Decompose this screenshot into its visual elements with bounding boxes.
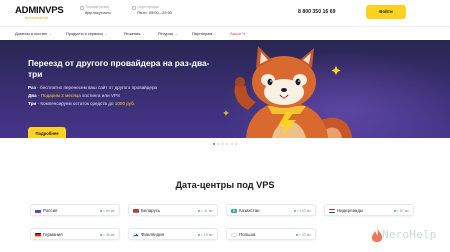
carousel-dot[interactable] xyxy=(235,143,238,145)
poland-flag-icon xyxy=(231,232,237,237)
datacenter-card-netherlands[interactable]: Нидерланды ≈ 87 мс xyxy=(324,204,414,216)
datacenter-card-finland[interactable]: Финляндия ≈ 19 мс xyxy=(128,228,218,240)
belarus-flag-icon xyxy=(133,208,139,213)
chevron-down-icon: ⌄ xyxy=(213,31,217,36)
kazakhstan-flag-icon xyxy=(231,208,237,213)
datacenters-title: Дата-центры под VPS xyxy=(175,180,275,190)
location-icon xyxy=(80,6,84,10)
hero-line-3: Три - Компенсируем остаток средств до 10… xyxy=(28,101,136,106)
carousel-dot[interactable] xyxy=(230,143,233,145)
carousel-dot[interactable] xyxy=(226,143,229,145)
chevron-down-icon: ⌄ xyxy=(104,31,108,36)
status-dot-icon xyxy=(293,209,296,212)
logo-wordmark: ADMINVPS xyxy=(15,5,64,16)
hero-title: Переезд от другого провайдера на раз-два… xyxy=(28,58,210,79)
datacenter-name: Беларусь xyxy=(141,208,161,214)
germany-flag-icon xyxy=(35,232,41,237)
watermark-text: NeroHelp xyxy=(382,228,437,241)
nerohelp-watermark: NeroHelp xyxy=(370,226,450,248)
carousel-dot[interactable] xyxy=(217,143,220,145)
nav-item-solutions[interactable]: Решения ⌄ xyxy=(124,31,145,36)
nav-item-domains-hosting[interactable]: Домены и хостинг ⌄ xyxy=(15,31,52,36)
datacenter-ping: ≈ 33 мс xyxy=(295,233,311,237)
status-dot-icon xyxy=(295,233,298,236)
logo[interactable]: ADMINVPS все получится! xyxy=(15,6,64,20)
nav-item-products[interactable]: Продукты и сервисы ⌄ xyxy=(66,31,108,36)
region-value: Круглосуточно xyxy=(85,10,111,15)
datacenter-ping: ≈ 103 мс xyxy=(293,209,311,213)
hero-line-1: Раз - бесплатно перенесем ваш сайт от др… xyxy=(28,85,158,90)
status-dot-icon xyxy=(197,209,200,212)
datacenter-card-germany[interactable]: Германия ≈ 36 мс xyxy=(30,228,120,240)
datacenter-ping: ≈ 87 мс xyxy=(393,209,409,213)
carousel-dot[interactable] xyxy=(212,143,215,145)
carousel-dot[interactable] xyxy=(221,143,224,145)
datacenter-name: Финляндия xyxy=(141,232,164,238)
russia-flag-icon xyxy=(35,208,41,213)
datacenter-ping: ≈ 50 мс xyxy=(99,209,115,213)
main-nav: Домены и хостинг ⌄ Продукты и сервисы ⌄ Ре… xyxy=(0,26,450,40)
top-bar: ADMINVPS все получится! Текущий регион К… xyxy=(0,0,450,26)
datacenter-name: Россия xyxy=(43,208,58,214)
hero-line-2: Два - Подарим 2 месяца хостинга или VPS xyxy=(28,93,121,98)
datacenter-name: Польша xyxy=(239,232,256,238)
status-dot-icon xyxy=(99,209,102,212)
phone-number[interactable]: 8 800 350 16 69 xyxy=(298,9,336,15)
datacenter-card-poland[interactable]: Польша ≈ 33 мс xyxy=(226,228,316,240)
datacenter-ping: ≈ 36 мс xyxy=(99,233,115,237)
nav-item-partners[interactable]: Партнерам ⌄ xyxy=(192,31,216,36)
clock-icon xyxy=(132,6,136,10)
datacenter-name: Нидерланды xyxy=(337,208,364,214)
chevron-down-icon: ⌄ xyxy=(141,31,145,36)
region-selector[interactable]: Текущий регион Круглосуточно xyxy=(80,5,111,15)
datacenter-card-russia[interactable]: Россия ≈ 50 мс xyxy=(30,204,120,216)
datacenter-ping: ≈ 19 мс xyxy=(197,233,213,237)
logo-tagline: все получится! xyxy=(25,16,49,20)
nav-item-promotions[interactable]: Акции % xyxy=(230,31,245,36)
sales-hours: Отдел продаж Пн-пт: 09:00—22:00 xyxy=(132,5,172,15)
status-dot-icon xyxy=(197,233,200,236)
netherlands-flag-icon xyxy=(329,208,335,213)
datacenter-card-belarus[interactable]: Беларусь ≈ 41 мс xyxy=(128,204,218,216)
nav-item-resources[interactable]: Ресурсы ⌄ xyxy=(158,31,178,36)
status-dot-icon xyxy=(99,233,102,236)
sales-label: Отдел продаж xyxy=(137,5,159,9)
datacenter-ping: ≈ 41 мс xyxy=(197,209,213,213)
chevron-down-icon: ⌄ xyxy=(174,31,178,36)
sales-hours-value: Пн-пт: 09:00—22:00 xyxy=(137,10,172,15)
datacenter-name: Казахстан xyxy=(239,208,260,214)
datacenter-card-kazakhstan[interactable]: Казахстан ≈ 103 мс xyxy=(226,204,316,216)
carousel-dots xyxy=(0,143,450,145)
chevron-down-icon: ⌄ xyxy=(49,31,52,36)
login-button[interactable]: Войти xyxy=(366,5,406,19)
status-dot-icon xyxy=(393,209,396,212)
datacenter-name: Германия xyxy=(43,232,63,238)
finland-flag-icon xyxy=(133,232,139,237)
hero-banner: Переезд от другого провайдера на раз-два… xyxy=(0,40,450,138)
region-label: Текущий регион xyxy=(85,5,110,9)
